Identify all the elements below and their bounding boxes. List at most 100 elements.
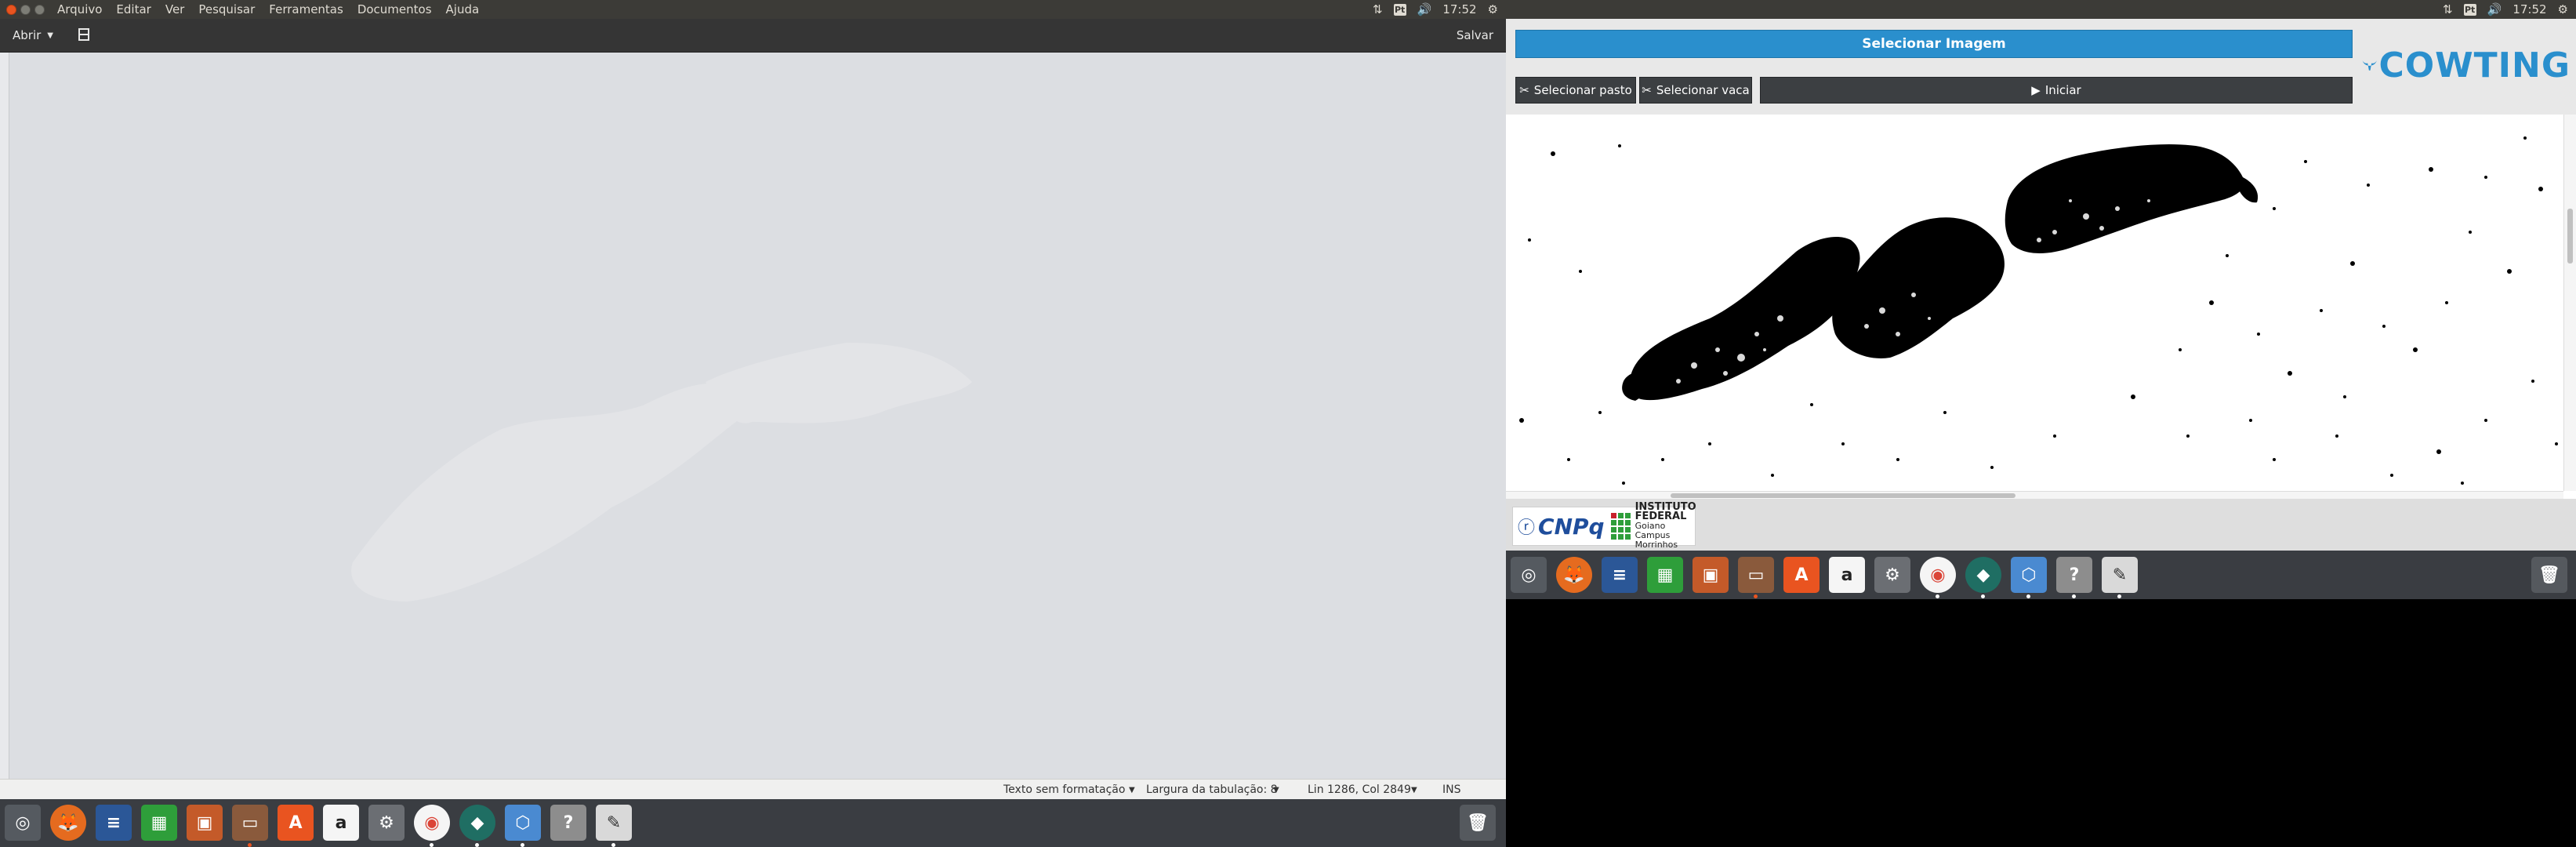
if-title: INSTITUTO FEDERAL: [1634, 501, 1696, 522]
launcher-dock: ◎ 🦊 ≡ ▦ ▣ ▭ A a ⚙ ◉ ◆ ⬡ ? ✎ 🗑: [1506, 551, 2576, 599]
running-indicator: [611, 843, 615, 847]
indicator-area: ⇅ Pt 🔊 17:52 ⚙: [1373, 0, 1498, 19]
keyboard-layout-icon[interactable]: Pt: [2463, 3, 2476, 16]
cnpq-logo-icon: ⓡ: [1518, 518, 1536, 538]
gedit-headerbar: Abrir ▼ Salvar: [0, 19, 1506, 53]
files-icon[interactable]: ▭: [1738, 557, 1774, 593]
system-settings-icon[interactable]: ⚙: [1874, 557, 1910, 593]
impress-icon[interactable]: ▣: [1693, 557, 1729, 593]
running-indicator: [430, 843, 434, 847]
new-document-icon[interactable]: [77, 27, 91, 42]
cursor-position[interactable]: Lin 1286, Col 2849: [1308, 783, 1411, 796]
ubuntu-launcher-icon[interactable]: ◎: [5, 805, 41, 841]
sponsor-logos: ⓡ CNPq INSTITUTO FEDERAL Goiano Campus M…: [1512, 502, 1696, 550]
image-canvas[interactable]: [1506, 115, 2576, 499]
firefox-icon[interactable]: 🦊: [1556, 557, 1592, 593]
right-monitor: ⇅ Pt 🔊 17:52 ⚙ Selecionar Imagem ✂ Selec…: [1506, 0, 2576, 847]
running-indicator: [2117, 594, 2121, 598]
ubuntu-make-icon[interactable]: ◆: [459, 805, 495, 841]
files-icon[interactable]: ▭: [232, 805, 268, 841]
menu-editar[interactable]: Editar: [116, 2, 151, 16]
status-bar: Texto sem formatação ▼ Largura da tabula…: [0, 779, 1506, 799]
horizontal-scrollbar[interactable]: [1506, 491, 2563, 499]
keyboard-layout-icon[interactable]: Pt: [1393, 3, 1406, 16]
running-indicator: [475, 843, 479, 847]
insert-mode: INS: [1442, 783, 1461, 796]
chevron-down-icon: ▼: [1129, 786, 1135, 794]
select-image-button[interactable]: Selecionar Imagem: [1515, 30, 2353, 58]
horizontal-scroll-thumb[interactable]: [1671, 493, 2015, 498]
trash-icon[interactable]: 🗑: [1460, 805, 1496, 841]
network-icon[interactable]: ⇅: [1373, 2, 1383, 16]
running-indicator: [2026, 594, 2030, 598]
window-controls: [6, 4, 45, 15]
close-window-button[interactable]: [6, 4, 16, 15]
save-button[interactable]: Salvar: [1457, 28, 1493, 42]
select-cow-button[interactable]: ✂ Selecionar vaca: [1639, 77, 1752, 104]
chevron-down-icon: ▼: [1411, 786, 1417, 794]
cowting-logo: COWTING: [2360, 35, 2571, 96]
calc-icon[interactable]: ▦: [1647, 557, 1683, 593]
footer-panel: ⓡ CNPq INSTITUTO FEDERAL Goiano Campus M…: [1506, 499, 2576, 551]
software-center-icon[interactable]: A: [1783, 557, 1820, 593]
start-label: Iniciar: [2044, 83, 2081, 97]
menu-documentos[interactable]: Documentos: [357, 2, 432, 16]
writer-icon[interactable]: ≡: [1602, 557, 1638, 593]
chevron-down-icon: ▼: [47, 31, 53, 40]
left-monitor: Arquivo Editar Ver Pesquisar Ferramentas…: [0, 0, 1506, 847]
select-cow-label: Selecionar vaca: [1656, 83, 1750, 97]
cowting-app: Selecionar Imagem ✂ Selecionar pasto ✂ S…: [1506, 19, 2576, 551]
scissors-icon: ✂: [1642, 83, 1652, 97]
amazon-icon[interactable]: a: [1829, 557, 1865, 593]
system-settings-icon[interactable]: ⚙: [368, 805, 405, 841]
top-panel: Arquivo Editar Ver Pesquisar Ferramentas…: [0, 0, 1506, 19]
ubuntu-make-icon[interactable]: ◆: [1965, 557, 2001, 593]
amazon-icon[interactable]: a: [323, 805, 359, 841]
text-editor-icon[interactable]: ✎: [2102, 557, 2138, 593]
writer-icon[interactable]: ≡: [96, 805, 132, 841]
vertical-scrollbar[interactable]: [2563, 115, 2576, 491]
minimize-window-button[interactable]: [20, 4, 31, 15]
start-button[interactable]: ▶ Iniciar: [1760, 77, 2353, 104]
running-indicator: [2072, 594, 2076, 598]
open-button[interactable]: Abrir ▼: [13, 28, 53, 42]
ubuntu-launcher-icon[interactable]: ◎: [1511, 557, 1547, 593]
running-indicator: [1754, 594, 1758, 598]
text-editor-icon[interactable]: ✎: [596, 805, 632, 841]
select-pasture-button[interactable]: ✂ Selecionar pasto: [1515, 77, 1636, 104]
indicator-area: ⇅ Pt 🔊 17:52 ⚙: [2443, 0, 2568, 19]
gear-icon[interactable]: ⚙: [2558, 2, 2568, 16]
top-panel: ⇅ Pt 🔊 17:52 ⚙: [1506, 0, 2576, 19]
network-icon[interactable]: ⇅: [2443, 2, 2453, 16]
calc-icon[interactable]: ▦: [141, 805, 177, 841]
running-indicator: [1936, 594, 1939, 598]
firefox-icon[interactable]: 🦊: [50, 805, 86, 841]
menu-arquivo[interactable]: Arquivo: [57, 2, 102, 16]
vertical-scroll-thumb[interactable]: [2567, 209, 2573, 264]
chevron-down-icon: ▼: [1273, 786, 1279, 794]
clock[interactable]: 17:52: [1442, 2, 1476, 16]
menu-pesquisar[interactable]: Pesquisar: [198, 2, 255, 16]
volume-icon[interactable]: 🔊: [1417, 2, 1432, 16]
menu-ferramentas[interactable]: Ferramentas: [269, 2, 343, 16]
impress-icon[interactable]: ▣: [187, 805, 223, 841]
tab-width-selector[interactable]: Largura da tabulação: 8: [1146, 783, 1278, 796]
open-button-label: Abrir: [13, 28, 42, 42]
virtualbox-icon[interactable]: ⬡: [2011, 557, 2047, 593]
clock[interactable]: 17:52: [2513, 2, 2546, 16]
menu-ajuda[interactable]: Ajuda: [446, 2, 480, 16]
virtualbox-icon[interactable]: ⬡: [505, 805, 541, 841]
play-icon: ▶: [2031, 83, 2041, 97]
document-area[interactable]: [0, 53, 1506, 779]
gear-icon[interactable]: ⚙: [1488, 2, 1498, 16]
help-icon[interactable]: ?: [2056, 557, 2092, 593]
chrome-icon[interactable]: ◉: [414, 805, 450, 841]
volume-icon[interactable]: 🔊: [2487, 2, 2502, 16]
syntax-selector[interactable]: Texto sem formatação: [1003, 783, 1125, 796]
software-center-icon[interactable]: A: [278, 805, 314, 841]
trash-icon[interactable]: 🗑: [2531, 557, 2567, 593]
help-icon[interactable]: ?: [550, 805, 586, 841]
menu-ver[interactable]: Ver: [165, 2, 185, 16]
maximize-window-button[interactable]: [34, 4, 45, 15]
chrome-icon[interactable]: ◉: [1920, 557, 1956, 593]
